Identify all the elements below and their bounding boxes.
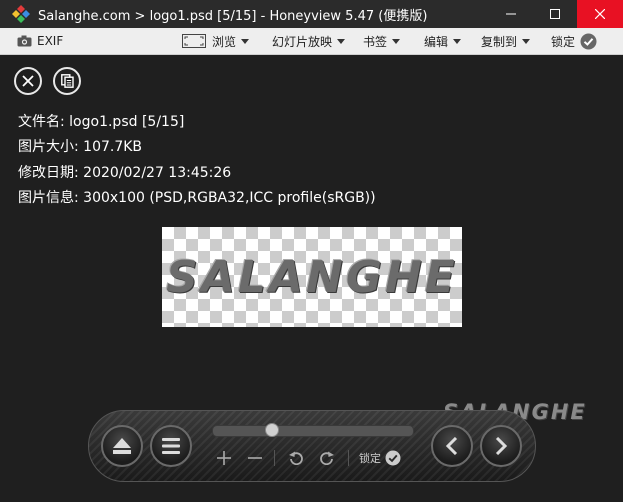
menu-button[interactable] <box>150 425 192 467</box>
zoom-out-button[interactable] <box>244 449 266 467</box>
camera-icon <box>17 35 32 47</box>
panel-lock-label: 锁定 <box>359 452 381 465</box>
close-info-button[interactable] <box>14 67 42 95</box>
rotate-right-button[interactable] <box>316 449 338 467</box>
window-controls <box>489 0 623 28</box>
lock-label: 锁定 <box>551 34 576 49</box>
toolbar: EXIF 浏览 幻灯片放映 书签 编辑 复制到 锁定 <box>0 28 623 55</box>
check-circle-icon <box>385 450 401 466</box>
edit-label: 编辑 <box>424 34 449 49</box>
close-icon <box>22 75 34 87</box>
slideshow-menu[interactable]: 幻灯片放映 <box>272 28 346 54</box>
salanghe-logo-image: SALANGHE <box>166 251 458 303</box>
hamburger-menu-icon <box>162 438 180 454</box>
lock-button[interactable]: 锁定 <box>551 28 597 54</box>
chevron-down-icon <box>392 38 401 44</box>
rotate-left-icon <box>289 451 303 465</box>
copy-to-menu[interactable]: 复制到 <box>481 28 531 54</box>
check-circle-icon <box>580 33 597 49</box>
info-details: 图片信息: 300x100 (PSD,RGBA32,ICC profile(sR… <box>18 190 376 206</box>
chevron-down-icon <box>453 38 462 44</box>
minimize-icon <box>506 13 516 15</box>
chevron-right-icon <box>495 437 508 455</box>
plus-icon <box>217 451 231 465</box>
image-display: SALANGHE <box>162 227 462 327</box>
slideshow-label: 幻灯片放映 <box>272 34 333 49</box>
copy-document-icon <box>60 74 74 88</box>
info-filename: 文件名: logo1.psd [5/15] <box>18 114 185 130</box>
slider-thumb[interactable] <box>265 423 279 437</box>
rotate-right-icon <box>320 451 334 465</box>
zoom-in-button[interactable] <box>213 449 235 467</box>
edit-menu[interactable]: 编辑 <box>424 28 462 54</box>
eject-icon <box>113 438 131 454</box>
honeyview-app-icon[interactable] <box>12 5 30 23</box>
info-size: 图片大小: 107.7KB <box>18 139 143 155</box>
control-panel: 锁定 <box>88 410 536 482</box>
image-viewer: 文件名: logo1.psd [5/15] 图片大小: 107.7KB 修改日期… <box>0 55 623 502</box>
maximize-button[interactable] <box>533 0 577 28</box>
minus-icon <box>248 457 262 459</box>
fullscreen-icon <box>182 34 206 48</box>
minimize-button[interactable] <box>489 0 533 28</box>
separator <box>348 450 349 466</box>
exif-button[interactable]: EXIF <box>17 28 63 54</box>
info-modified: 修改日期: 2020/02/27 13:45:26 <box>18 165 232 181</box>
close-icon <box>595 9 605 19</box>
previous-image-button[interactable] <box>431 425 473 467</box>
copy-to-label: 复制到 <box>481 34 518 49</box>
position-slider[interactable] <box>212 423 414 437</box>
exif-label: EXIF <box>37 34 64 48</box>
next-image-button[interactable] <box>480 425 522 467</box>
rotate-left-button[interactable] <box>285 449 307 467</box>
chevron-down-icon <box>337 38 346 44</box>
copy-info-button[interactable] <box>53 67 81 95</box>
panel-lock-button[interactable]: 锁定 <box>359 448 401 468</box>
bookmark-label: 书签 <box>363 34 388 49</box>
browse-label: 浏览 <box>212 34 237 49</box>
title-bar: Salanghe.com > logo1.psd [5/15] - Honeyv… <box>0 0 623 28</box>
browse-menu[interactable]: 浏览 <box>182 28 250 54</box>
maximize-icon <box>550 9 560 19</box>
eject-button[interactable] <box>101 425 143 467</box>
window-title: Salanghe.com > logo1.psd [5/15] - Honeyv… <box>38 8 428 24</box>
chevron-down-icon <box>522 38 531 44</box>
chevron-down-icon <box>241 38 250 44</box>
separator <box>274 450 275 466</box>
chevron-left-icon <box>445 437 458 455</box>
bookmark-menu[interactable]: 书签 <box>363 28 401 54</box>
close-window-button[interactable] <box>577 0 623 28</box>
